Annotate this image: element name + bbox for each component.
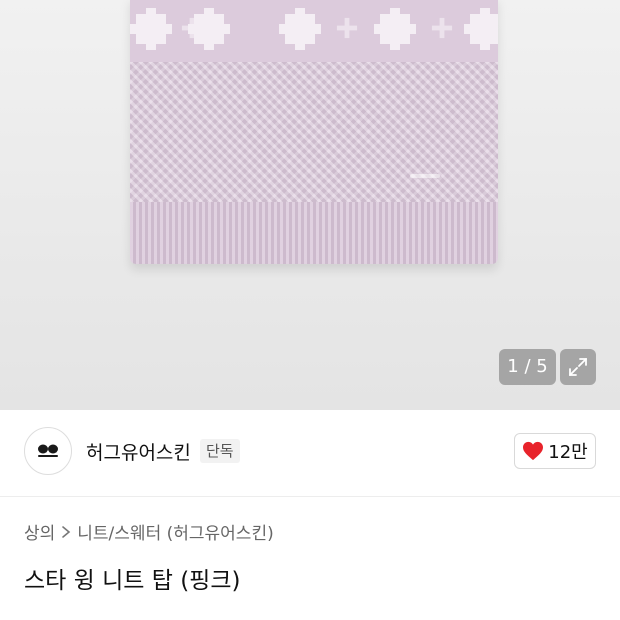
- like-count: 12만: [548, 442, 588, 463]
- image-page-counter: 1 / 5: [499, 349, 556, 385]
- brand-logo-icon: [38, 444, 58, 457]
- exclusive-badge: 단독: [200, 439, 240, 463]
- small-motif: [431, 17, 453, 39]
- sweater-logo-tag: [410, 174, 440, 178]
- product-photo-sweater: [130, 0, 498, 264]
- product-title: 스타 윙 니트 탑 (핑크): [24, 568, 241, 594]
- snowflake-motif: [279, 8, 321, 50]
- breadcrumb-subcategory[interactable]: 니트/스웨터 (허그유어스킨): [77, 519, 273, 544]
- heart-icon: [523, 441, 544, 461]
- breadcrumb: 상의 니트/스웨터 (허그유어스킨): [24, 519, 274, 544]
- snowflake-motif: [188, 8, 230, 50]
- brand-row: 허그유어스킨 단독 12만: [0, 410, 620, 497]
- like-button[interactable]: 12만: [514, 433, 596, 469]
- sweater-cable-knit: [130, 62, 498, 202]
- sweater-pattern-band: [130, 0, 498, 62]
- expand-button[interactable]: [560, 349, 596, 385]
- breadcrumb-category[interactable]: 상의: [24, 519, 55, 544]
- product-image-gallery[interactable]: 1 / 5: [0, 0, 620, 410]
- brand-name[interactable]: 허그유어스킨: [86, 438, 191, 465]
- chevron-right-icon: [61, 525, 71, 539]
- sweater-ribbed-hem: [130, 202, 498, 264]
- expand-icon: [569, 358, 587, 376]
- small-motif: [336, 17, 358, 39]
- snowflake-motif: [464, 8, 498, 50]
- brand-logo[interactable]: [24, 427, 72, 475]
- snowflake-motif: [374, 8, 416, 50]
- snowflake-motif: [130, 8, 172, 50]
